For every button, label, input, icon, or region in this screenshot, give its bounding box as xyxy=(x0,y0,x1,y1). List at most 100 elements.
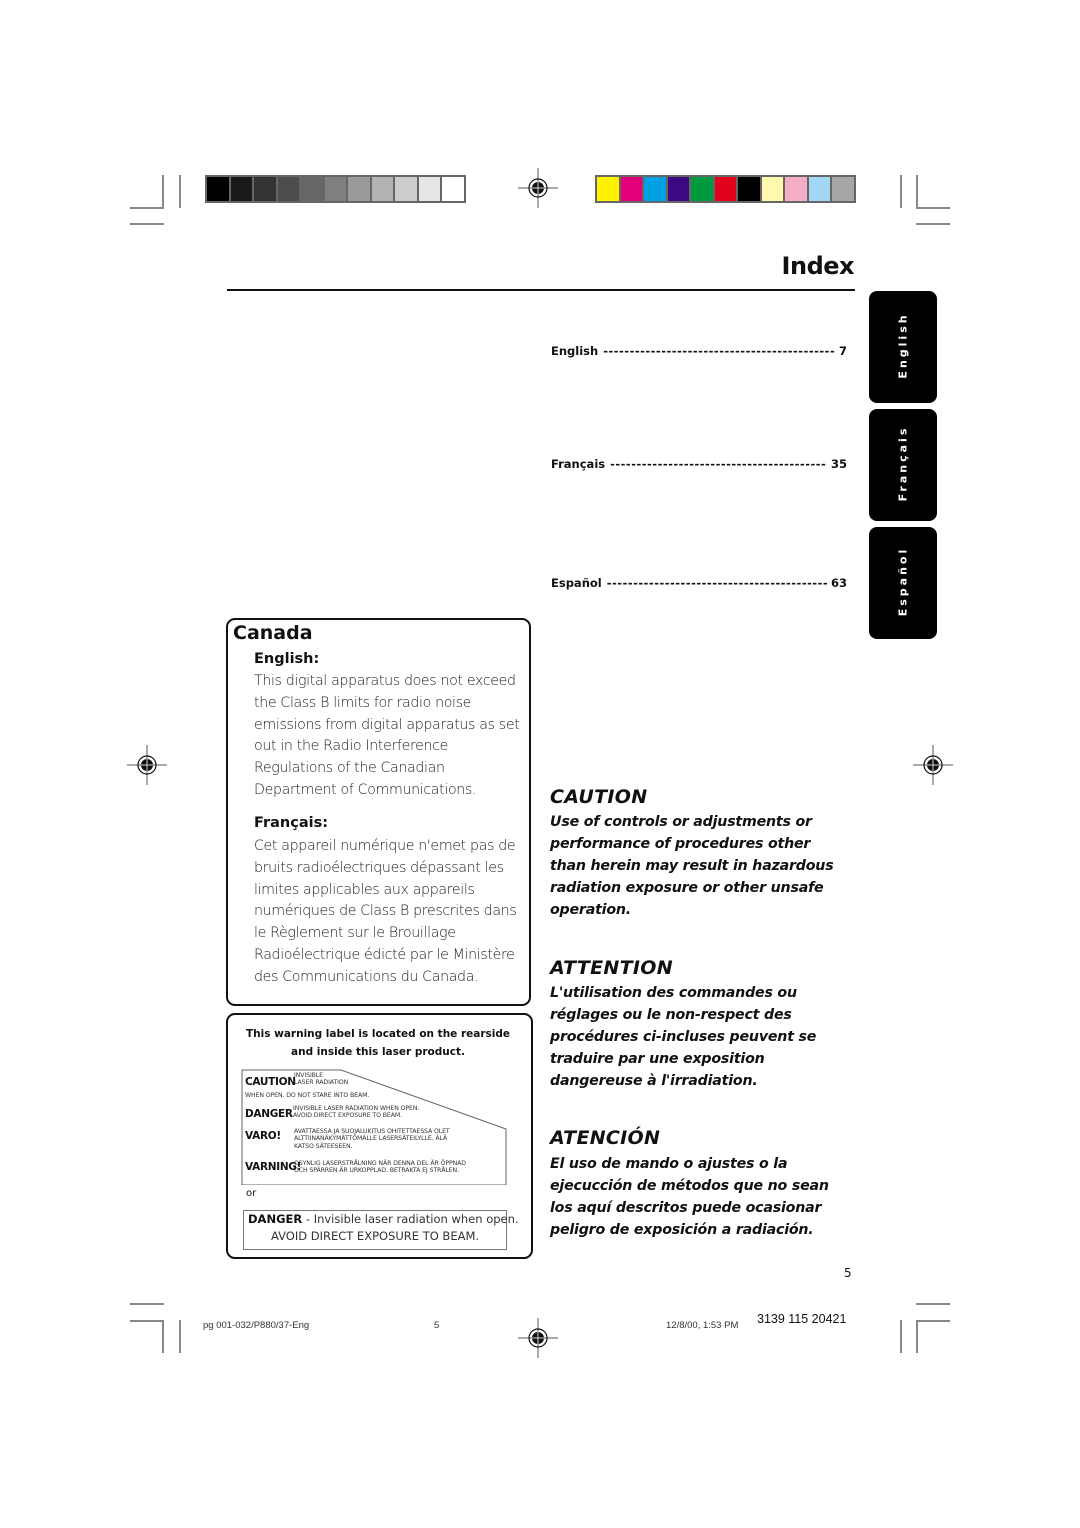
registration-target-icon xyxy=(127,745,167,785)
text-line: des Communications du Canada. xyxy=(254,968,479,985)
alt-danger-text: - Invisible laser radiation when open. xyxy=(302,1212,519,1226)
side-tab-francais[interactable]: Français xyxy=(869,409,937,521)
text-line: This warning label is located on the rea… xyxy=(245,1028,510,1040)
text-line: INVISIBLE LASER RADIATION WHEN OPEN. xyxy=(293,1105,420,1112)
color-swatch xyxy=(832,177,854,201)
grayscale-swatch xyxy=(230,177,252,201)
attention-heading: ATTENTION xyxy=(550,957,673,979)
varo-word: VARO! xyxy=(245,1130,281,1142)
text-line: and inside this laser product. xyxy=(291,1046,465,1058)
color-swatch xyxy=(597,177,619,201)
registration-target-icon xyxy=(518,168,558,208)
text-line: OCH SPÄRREN ÄR URKOPPLAD. BETRAKTA EJ ST… xyxy=(294,1167,459,1175)
registration-target-icon xyxy=(518,1318,558,1358)
toc-leader: ----------------------------------------… xyxy=(603,344,835,358)
french-notice: Cet appareil numérique n'emet pas de bru… xyxy=(254,836,526,989)
grayscale-swatch xyxy=(348,177,370,201)
footer-datetime: 12/8/00, 1:53 PM xyxy=(666,1320,739,1331)
grayscale-calibration-bar xyxy=(205,175,466,203)
text-line: le Règlement sur le Brouillage xyxy=(254,925,456,942)
grayscale-swatch xyxy=(371,177,393,201)
caution-heading: CAUTION xyxy=(550,786,648,808)
crop-mark xyxy=(130,1303,164,1305)
english-notice: This digital apparatus does not exceed t… xyxy=(254,671,526,802)
color-swatch xyxy=(761,177,783,201)
attention-text: L'utilisation des commandes ou réglages … xyxy=(550,982,850,1092)
side-tab-espanol[interactable]: Español xyxy=(869,527,937,639)
crop-mark xyxy=(916,1320,950,1322)
text-line: Cet appareil numérique n'emet pas de xyxy=(254,838,516,854)
toc-entry-espanol[interactable]: Español --------------------------------… xyxy=(551,576,847,590)
canada-title: Canada xyxy=(233,622,313,644)
color-swatch xyxy=(738,177,760,201)
text-line: operation. xyxy=(550,902,631,918)
page-number: 5 xyxy=(844,1266,852,1280)
or-separator: or xyxy=(246,1188,257,1199)
crop-mark xyxy=(130,1320,164,1322)
side-tab-label: English xyxy=(896,312,910,379)
caution-word: CAUTION xyxy=(245,1076,296,1088)
color-calibration-bar xyxy=(595,175,856,203)
text-line: bruits radioélectriques dépassant les xyxy=(254,859,504,876)
text-line: peligro de exposición a radiación. xyxy=(550,1222,814,1238)
toc-label: Español xyxy=(551,576,602,590)
product-code: 3139 115 20421 xyxy=(757,1312,847,1326)
alt-danger-word: DANGER xyxy=(248,1212,303,1226)
laser-label-header: This warning label is located on the rea… xyxy=(232,1025,524,1061)
text-line: AVOID DIRECT EXPOSURE TO BEAM. xyxy=(293,1112,402,1120)
text-line: procédures ci-incluses peuvent se xyxy=(550,1029,817,1045)
side-tab-english[interactable]: English xyxy=(869,291,937,403)
color-swatch xyxy=(808,177,830,201)
text-line: radiation exposure or other unsafe xyxy=(550,880,824,896)
text-line: Department of Communications. xyxy=(254,781,477,798)
danger-word: DANGER xyxy=(245,1108,293,1120)
crop-mark xyxy=(916,207,950,209)
color-swatch xyxy=(620,177,642,201)
text-line: performance of procedures other xyxy=(550,836,811,852)
alt-avoid-line: AVOID DIRECT EXPOSURE TO BEAM. xyxy=(270,1229,480,1243)
crop-mark xyxy=(162,1320,164,1353)
text-line: out in the Radio Interference xyxy=(254,738,449,755)
toc-entry-english[interactable]: English --------------------------------… xyxy=(551,344,847,358)
text-line: the Class B limits for radio noise xyxy=(254,694,472,711)
grayscale-swatch xyxy=(207,177,229,201)
text-line: limites applicables aux appareils xyxy=(254,881,475,898)
varning-text: OSYNLIG LASERSTRÅLNING NÄR DENNA DEL ÄR … xyxy=(294,1160,466,1175)
toc-page: 35 xyxy=(830,457,847,471)
atencion-text: El uso de mando o ajustes o la ejecucció… xyxy=(550,1153,850,1241)
toc-leader: ----------------------------------------… xyxy=(610,457,827,471)
color-swatch xyxy=(644,177,666,201)
grayscale-swatch xyxy=(418,177,440,201)
text-line: Use of controls or adjustments or xyxy=(550,814,812,830)
footer-sheet: 5 xyxy=(434,1320,440,1331)
caution-text: INVISIBLE LASER RADIATION xyxy=(294,1072,348,1087)
english-heading: English: xyxy=(254,651,320,667)
toc-entry-francais[interactable]: Français -------------------------------… xyxy=(551,457,847,471)
grayscale-swatch xyxy=(301,177,323,201)
side-tab-label: Español xyxy=(896,546,910,617)
varning-word: VARNING! xyxy=(245,1161,302,1173)
crop-mark xyxy=(916,175,918,208)
danger-text: INVISIBLE LASER RADIATION WHEN OPEN. AVO… xyxy=(293,1105,419,1120)
crop-mark xyxy=(916,1320,918,1353)
text-line: than herein may result in hazardous xyxy=(550,858,834,874)
grayscale-swatch xyxy=(324,177,346,201)
varo-text: AVATTAESSA JA SUOJALUKITUS OHITETTAESSA … xyxy=(294,1128,450,1150)
color-swatch xyxy=(714,177,736,201)
caution-text: Use of controls or adjustments or perfor… xyxy=(550,811,850,921)
registration-target-icon xyxy=(913,745,953,785)
crop-mark xyxy=(130,207,164,209)
text-line: ejecucción de métodos que no sean xyxy=(550,1178,829,1194)
color-swatch xyxy=(785,177,807,201)
text-line: Regulations of the Canadian xyxy=(254,760,445,777)
grayscale-swatch xyxy=(395,177,417,201)
toc-page: 7 xyxy=(838,344,847,358)
text-line: INVISIBLE xyxy=(294,1072,323,1079)
footer-file: pg 001-032/P880/37-Eng xyxy=(203,1320,310,1331)
alt-danger-line: DANGER - Invisible laser radiation when … xyxy=(248,1212,519,1226)
grayscale-swatch xyxy=(442,177,464,201)
text-line: ALTTIINANÄKYMÄTTÖMÄLLE LASERSÄTEILYLLE. … xyxy=(294,1135,448,1143)
caution-text: WHEN OPEN. DO NOT STARE INTO BEAM. xyxy=(245,1092,370,1099)
atencion-heading: ATENCIÓN xyxy=(550,1127,661,1149)
grayscale-swatch xyxy=(254,177,276,201)
